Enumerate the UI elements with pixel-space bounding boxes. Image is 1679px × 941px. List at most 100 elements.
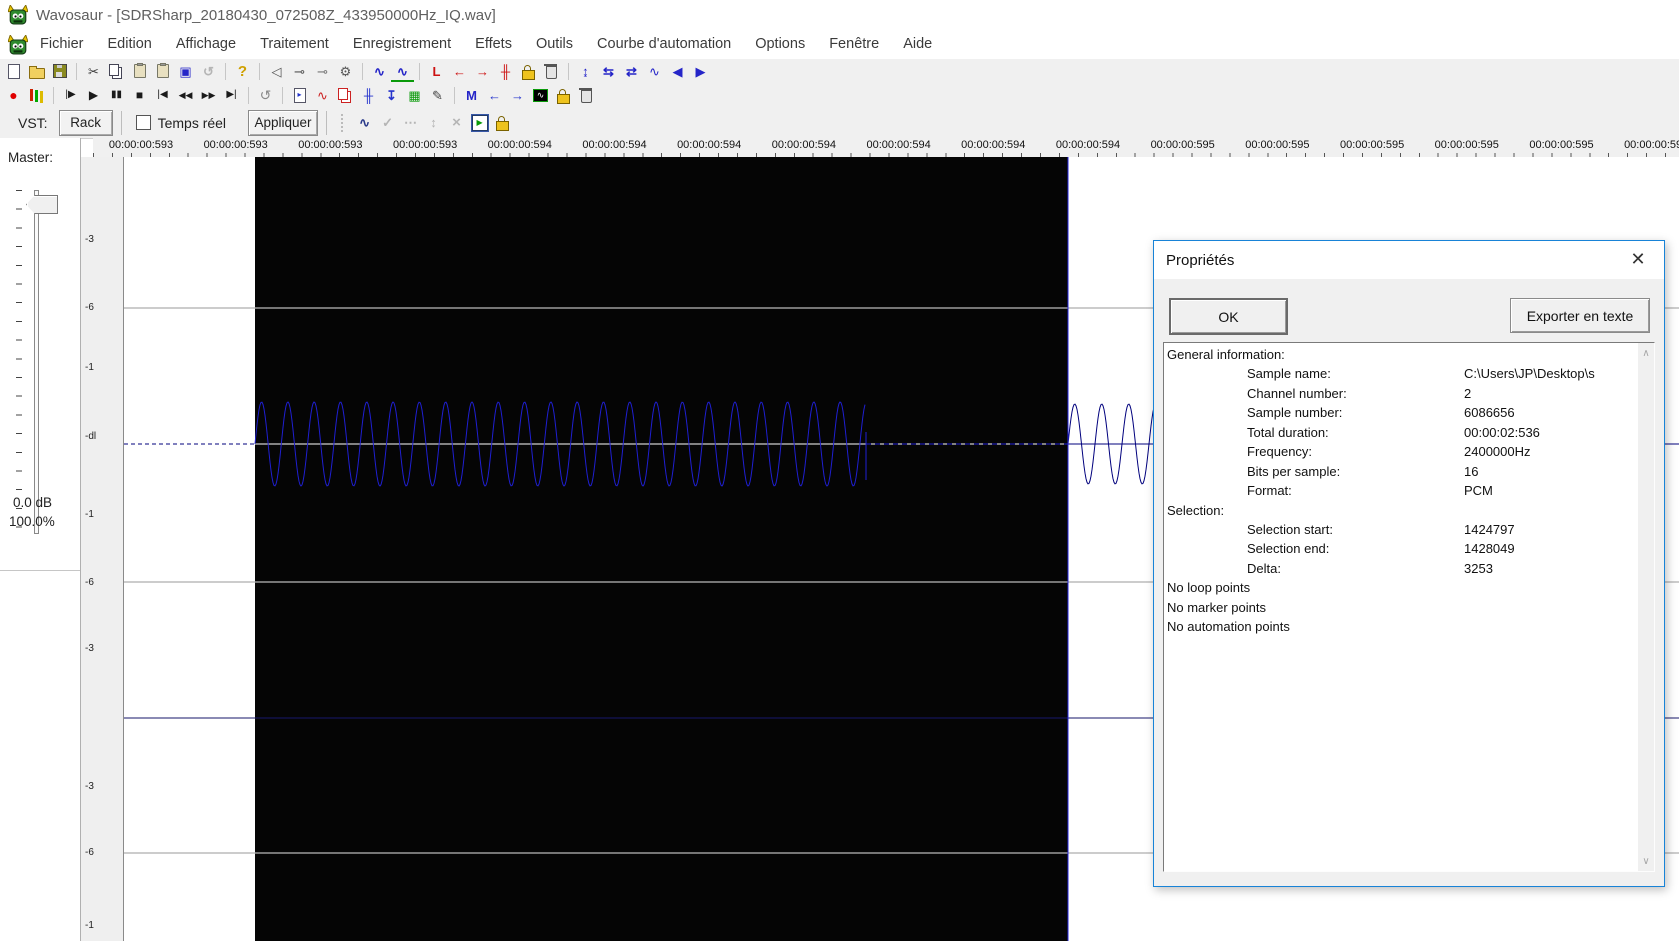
play-cursor-icon[interactable]: |▶	[59, 85, 82, 106]
automation-delete-icon[interactable]: ×	[445, 112, 468, 133]
property-row[interactable]: Sample number: 6086656	[1164, 405, 1637, 424]
menu-item-aide[interactable]: Aide	[891, 30, 944, 59]
zoom-in-selection-icon[interactable]: ⇆	[597, 61, 620, 82]
apply-button[interactable]: Appliquer	[248, 109, 319, 136]
menu-item-fen-tre[interactable]: Fenêtre	[817, 30, 891, 59]
master-slider-handle[interactable]	[26, 195, 58, 214]
open-file-icon[interactable]	[25, 61, 48, 82]
loop-end-icon[interactable]: →	[471, 61, 494, 82]
marker-prev-icon[interactable]: ←	[483, 85, 506, 106]
cut-icon[interactable]: ✂	[82, 61, 105, 82]
ok-button[interactable]: OK	[1169, 298, 1288, 335]
marker-wave-icon[interactable]: ∿	[529, 85, 552, 106]
property-row[interactable]: Sample name: C:\Users\JP\Desktop\s	[1164, 366, 1637, 385]
copy-new-window-icon[interactable]	[334, 85, 357, 106]
play-icon[interactable]: ▶	[82, 85, 105, 106]
waveform-view-icon[interactable]: ∿	[368, 61, 391, 82]
delete-icon-2[interactable]	[575, 85, 598, 106]
marker-next-icon[interactable]: →	[506, 85, 529, 106]
loop-point-icon[interactable]: L	[425, 61, 448, 82]
property-row[interactable]: Channel number: 2	[1164, 386, 1637, 405]
property-row[interactable]: Delta: 3253	[1164, 561, 1637, 580]
menu-item-affichage[interactable]: Affichage	[164, 30, 248, 59]
property-row[interactable]: Frequency: 2400000Hz	[1164, 444, 1637, 463]
trim-icon[interactable]: ▣	[174, 61, 197, 82]
property-row[interactable]: No automation points	[1164, 619, 1637, 638]
close-icon[interactable]: ✕	[1626, 247, 1650, 271]
zoom-out-selection-icon[interactable]: ⇄	[620, 61, 643, 82]
menu-item-traitement[interactable]: Traitement	[248, 30, 341, 59]
waveform-overview-icon[interactable]: ∿	[391, 63, 414, 82]
scroll-up-icon[interactable]: ∧	[1638, 345, 1654, 361]
automation-play-icon[interactable]: ▶	[468, 112, 491, 133]
property-row[interactable]: Selection:	[1164, 503, 1637, 522]
automation-apply-icon[interactable]: ✓	[376, 112, 399, 133]
automation-lock-icon[interactable]	[491, 112, 514, 133]
property-row[interactable]: No loop points	[1164, 580, 1637, 599]
lock-icon[interactable]	[517, 61, 540, 82]
property-row[interactable]: Total duration: 00:00:02:536	[1164, 425, 1637, 444]
normalize-icon[interactable]: ↧	[380, 85, 403, 106]
statistics-icon[interactable]: ∿	[311, 85, 334, 106]
meter-icon[interactable]	[25, 85, 48, 106]
property-row[interactable]: Selection end: 1428049	[1164, 541, 1637, 560]
property-row[interactable]: Selection start: 1424797	[1164, 522, 1637, 541]
menu-item-effets[interactable]: Effets	[463, 30, 524, 59]
property-row[interactable]: No marker points	[1164, 600, 1637, 619]
go-start-icon[interactable]: |◀	[151, 85, 174, 106]
next-view-icon[interactable]: ▶	[689, 61, 712, 82]
midi-icon[interactable]: ⊸	[311, 61, 334, 82]
playlist-icon[interactable]: ▸	[288, 85, 311, 106]
zoom-vertical-icon[interactable]: ↨	[574, 61, 597, 82]
help-icon[interactable]: ?	[231, 61, 254, 82]
stop-icon[interactable]: ■	[128, 85, 151, 106]
copy-icon[interactable]	[105, 61, 128, 82]
cable-icon[interactable]: ⊸	[288, 61, 311, 82]
marker-icon[interactable]: M	[460, 85, 483, 106]
pencil-icon[interactable]: ✎	[426, 85, 449, 106]
dialog-title-bar[interactable]: Propriétés ✕	[1154, 241, 1664, 279]
pause-icon[interactable]: ▮▮	[105, 85, 128, 106]
automation-line-icon[interactable]: ⋯	[399, 112, 422, 133]
menu-item-edition[interactable]: Edition	[96, 30, 164, 59]
listbox-scrollbar[interactable]: ∧ ∨	[1638, 343, 1654, 871]
scroll-down-icon[interactable]: ∨	[1638, 853, 1654, 869]
property-row[interactable]: Bits per sample: 16	[1164, 464, 1637, 483]
rewind-icon[interactable]: ◀◀	[174, 85, 197, 106]
automation-scale-icon[interactable]: ↕	[422, 112, 445, 133]
menu-item-courbe-d-automation[interactable]: Courbe d'automation	[585, 30, 743, 59]
loop-start-icon[interactable]: ←	[448, 61, 471, 82]
fit-horizontal-icon[interactable]: ∿	[643, 61, 666, 82]
loop-playback-icon[interactable]: ↺	[254, 85, 277, 106]
automation-curve-icon[interactable]: ∿	[353, 112, 376, 133]
record-icon[interactable]: ●	[2, 85, 25, 106]
rack-button[interactable]: Rack	[58, 109, 113, 136]
export-text-button[interactable]: Exporter en texte	[1510, 298, 1650, 333]
prev-view-icon[interactable]: ◀	[666, 61, 689, 82]
delete-icon[interactable]	[540, 61, 563, 82]
selection-wave-icon[interactable]: ╫	[494, 61, 517, 82]
menu-item-options[interactable]: Options	[743, 30, 817, 59]
wrench-icon[interactable]: ⚙	[334, 61, 357, 82]
menu-item-fichier[interactable]: Fichier	[28, 30, 96, 59]
time-ruler[interactable]: 00:00:00:593 00:00:00:593 00:00:00:593 00:0…	[93, 138, 1679, 158]
master-slider-track[interactable]	[34, 190, 39, 534]
fast-forward-icon[interactable]: ▶▶	[197, 85, 220, 106]
batch-icon[interactable]: ▦	[403, 85, 426, 106]
property-row[interactable]: Format: PCM	[1164, 483, 1637, 502]
menu-item-enregistrement[interactable]: Enregistrement	[341, 30, 463, 59]
resample-icon[interactable]: ╫	[357, 85, 380, 106]
properties-listbox[interactable]: General information: Sample name: C:\Users…	[1163, 342, 1655, 872]
new-file-icon[interactable]	[2, 61, 25, 82]
speaker-icon[interactable]: ◁	[265, 61, 288, 82]
property-row[interactable]: General information:	[1164, 347, 1637, 366]
paste-icon[interactable]	[128, 61, 151, 82]
lock-icon-2[interactable]	[552, 85, 575, 106]
paste-special-icon[interactable]	[151, 61, 174, 82]
mdi-child-icon[interactable]	[8, 34, 28, 55]
menu-item-outils[interactable]: Outils	[524, 30, 585, 59]
go-end-icon[interactable]: ▶|	[220, 85, 243, 106]
undo-icon[interactable]: ↺	[197, 61, 220, 82]
save-file-icon[interactable]	[48, 61, 71, 82]
realtime-checkbox[interactable]	[135, 115, 151, 130]
